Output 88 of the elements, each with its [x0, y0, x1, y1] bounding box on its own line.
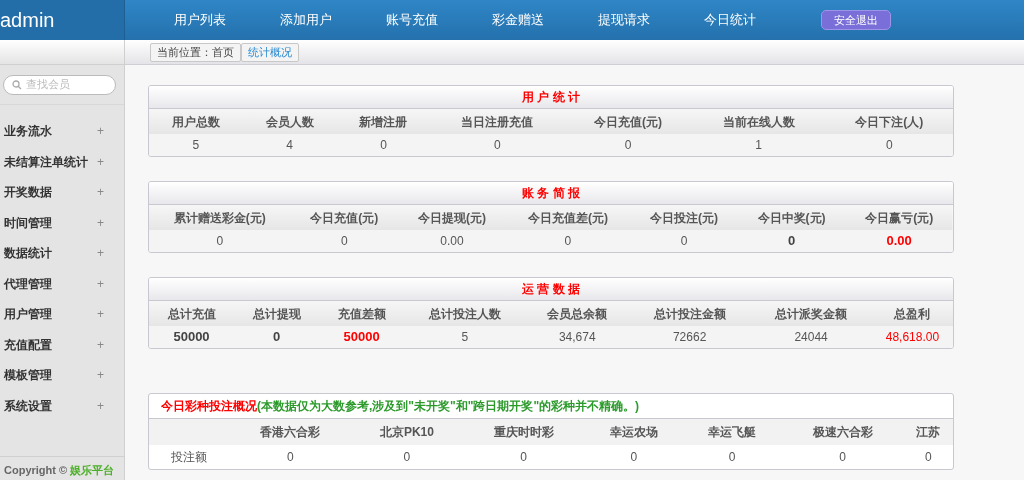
sidebar-item[interactable]: 模板管理 +: [0, 360, 124, 391]
table-cell: 0: [683, 445, 782, 469]
column-header: 幸运飞艇: [683, 419, 782, 445]
column-header: 总计派奖金额: [750, 301, 872, 326]
nav-link[interactable]: 提现请求: [571, 10, 677, 30]
column-header: 香港六合彩: [229, 419, 352, 445]
search-box[interactable]: 查找会员: [3, 74, 116, 95]
column-header: 总计充值: [149, 301, 235, 326]
table-cell: 0.00: [845, 230, 953, 252]
logout-button[interactable]: 安全退出: [821, 10, 891, 30]
sidebar-item[interactable]: 未结算注单统计 +: [0, 146, 124, 177]
nav-link[interactable]: 账号充值: [359, 10, 465, 30]
column-header: 今日中奖(元): [737, 205, 846, 230]
breadcrumb-item[interactable]: 统计概况: [241, 42, 299, 62]
nav-link[interactable]: 彩金赠送: [465, 10, 571, 30]
column-header: 累计赠送彩金(元): [149, 205, 291, 230]
column-header: 今日下注(人): [825, 109, 953, 134]
table-cell: 72662: [628, 326, 751, 348]
column-header: 会员人数: [242, 109, 337, 134]
table-cell: 5: [404, 326, 526, 348]
table-cell: 4: [242, 134, 337, 156]
column-header: 当日注册充值: [430, 109, 565, 134]
table-cell: 24044: [750, 326, 872, 348]
panel-title: 运 营 数 据: [522, 281, 580, 298]
panel-title: 今日彩种投注概况: [161, 398, 257, 415]
column-header: 总盈利: [871, 301, 953, 326]
sidebar-item[interactable]: 开奖数据 +: [0, 177, 124, 208]
sidebar-item[interactable]: 系统设置 +: [0, 390, 124, 421]
column-header: 今日充值(元): [290, 205, 399, 230]
column-header: 今日充值(元): [564, 109, 692, 134]
sidebar-item[interactable]: 代理管理 +: [0, 268, 124, 299]
table-cell: 0: [781, 445, 904, 469]
table-cell: 0: [564, 134, 692, 156]
column-header: 当前在线人数: [691, 109, 826, 134]
table-cell: 0: [351, 445, 463, 469]
column-header: 今日充值差(元): [505, 205, 631, 230]
column-header: 江苏: [903, 419, 953, 445]
copyright-text: Copyright ©: [4, 463, 68, 476]
table-cell: 0: [505, 230, 631, 252]
table-cell: 0: [584, 445, 683, 469]
column-header: 今日赢亏(元): [845, 205, 953, 230]
column-header: 今日投注(元): [630, 205, 738, 230]
table-cell: 0: [737, 230, 846, 252]
table-cell: 50000: [319, 326, 405, 348]
search-icon: [12, 79, 22, 90]
column-header: 充值差额: [319, 301, 405, 326]
column-header: 总计提现: [234, 301, 320, 326]
table-cell: 1: [691, 134, 826, 156]
table-cell: 0: [825, 134, 953, 156]
table-cell: 0: [149, 230, 291, 252]
brand-title: admin: [0, 8, 55, 33]
column-header: 新增注册: [336, 109, 431, 134]
column-header: 重庆时时彩: [462, 419, 585, 445]
table-cell: 0: [290, 230, 399, 252]
sidebar-item[interactable]: 用户管理 +: [0, 299, 124, 330]
row-label: 投注额: [149, 445, 229, 469]
panel-title: 用 户 统 计: [522, 89, 580, 106]
panel-title: 账 务 简 报: [522, 185, 580, 202]
table-cell: 0: [234, 326, 320, 348]
nav-link[interactable]: 今日统计: [677, 10, 783, 30]
table-cell: 48,618.00: [871, 326, 953, 348]
column-header: 会员总余额: [525, 301, 629, 326]
panel-note: (本数据仅为大数参考,涉及到"未开奖"和"跨日期开奖"的彩种并不精确。): [257, 398, 640, 415]
table-cell: 5: [149, 134, 243, 156]
search-field[interactable]: 查找会员: [26, 76, 106, 93]
column-header: 极速六合彩: [781, 419, 904, 445]
table-cell: 0: [336, 134, 431, 156]
sidebar-item[interactable]: 时间管理 +: [0, 207, 124, 238]
column-header: 总计投注人数: [404, 301, 526, 326]
table-cell: 34,674: [525, 326, 629, 348]
table-cell: 0: [630, 230, 738, 252]
sidebar-item[interactable]: 数据统计 +: [0, 238, 124, 269]
sidebar-item[interactable]: 充值配置 +: [0, 329, 124, 360]
column-header: 北京PK10: [351, 419, 463, 445]
column-header: 今日提现(元): [398, 205, 506, 230]
table-cell: 0: [462, 445, 585, 469]
table-cell: 0: [229, 445, 352, 469]
nav-link[interactable]: 用户列表: [147, 10, 253, 30]
column-header: 幸运农场: [584, 419, 683, 445]
table-cell: 50000: [149, 326, 235, 348]
table-cell: 0: [903, 445, 953, 469]
breadcrumb-item[interactable]: 当前位置：首页: [150, 42, 241, 62]
column-header: 总计投注金额: [628, 301, 751, 326]
sidebar-item[interactable]: 业务流水 +: [0, 116, 124, 147]
table-cell: 0: [430, 134, 565, 156]
table-cell: 0.00: [398, 230, 506, 252]
column-header: 用户总数: [149, 109, 243, 134]
nav-link[interactable]: 添加用户: [253, 10, 359, 30]
